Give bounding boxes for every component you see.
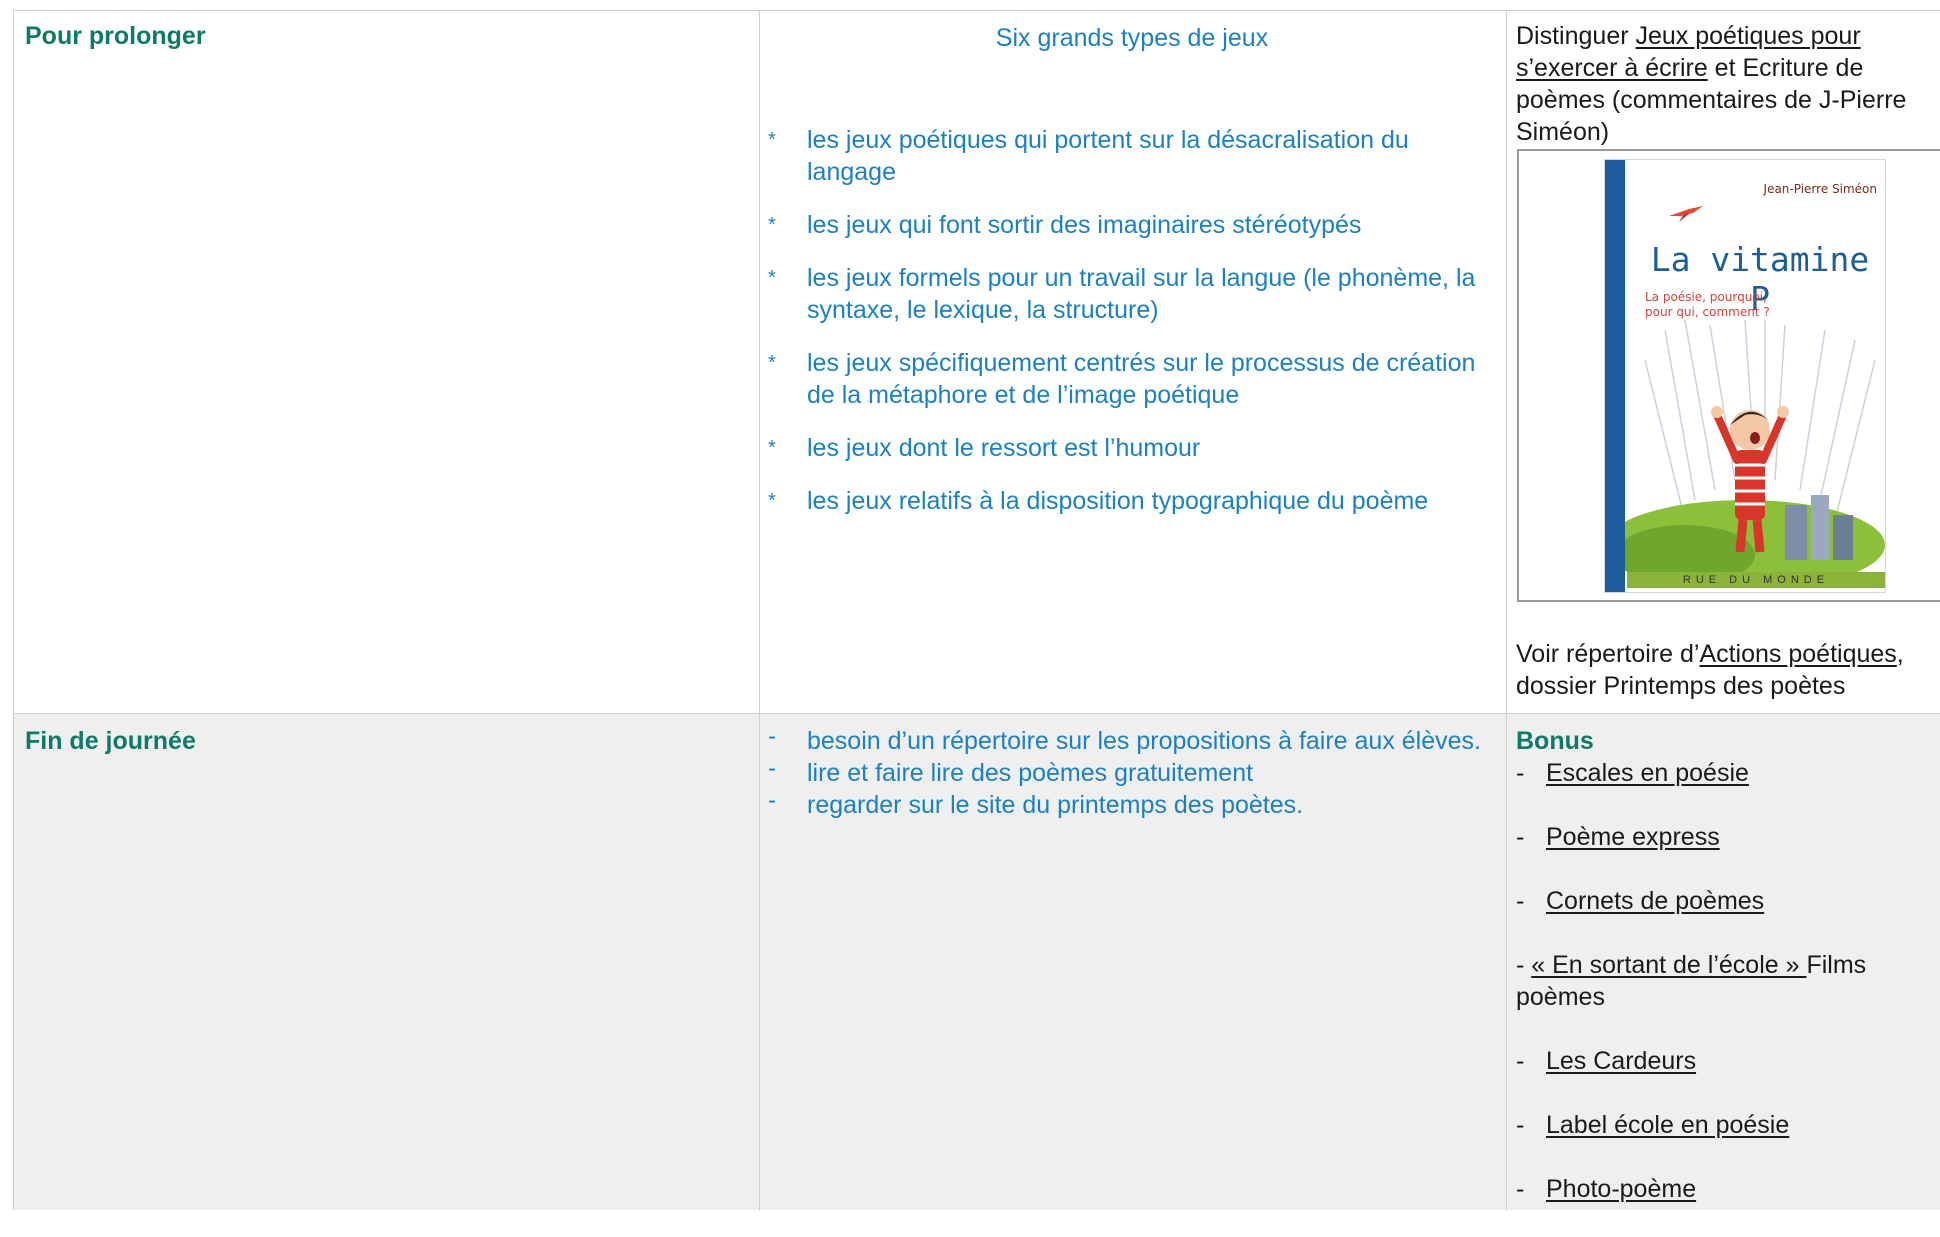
bonus-item: - Poème express <box>1516 823 1720 851</box>
en-sortant-de-l-ecole-link[interactable]: « En sortant de l’école » <box>1531 951 1806 979</box>
table-left-border <box>13 10 14 1210</box>
label-ecole-en-poesie-link[interactable]: Label école en poésie <box>1546 1111 1789 1139</box>
bonus-item: - Les Cardeurs <box>1516 1047 1697 1075</box>
bonus-item: - Cornets de poèmes <box>1516 887 1765 915</box>
bonus-item: - Label école en poésie <box>1516 1111 1790 1139</box>
bonus-column: Bonus - Escales en poésie - Poème express … <box>1516 725 1940 1237</box>
notes-list: - besoin d’un répertoire sur les proposit… <box>768 723 1496 821</box>
fin-de-journee-notes: - besoin d’un répertoire sur les proposit… <box>768 723 1496 821</box>
book-spine <box>1605 160 1625 592</box>
photo-poeme-link[interactable]: Photo-poème <box>1546 1175 1696 1203</box>
bonus-item: - Photo-poème <box>1516 1175 1697 1203</box>
book-cover: Jean-Pierre Siméon La vitamine P La poés… <box>1604 159 1886 593</box>
bonus-item: - Escales en poésie <box>1516 759 1749 787</box>
row-divider <box>13 713 1940 714</box>
row-label-fin-de-journee: Fin de journée <box>25 727 196 755</box>
list-item: * les jeux relatifs à la disposition typo… <box>768 487 1429 515</box>
table-top-border <box>13 10 1940 11</box>
book-subtitle: La poésie, pourquoi, pour qui, comment ? <box>1645 290 1770 319</box>
actions-poetiques-link[interactable]: Actions poétiques <box>1699 640 1896 668</box>
list-item: * les jeux formels pour un travail sur la… <box>768 264 1476 324</box>
list-item: * les jeux poétiques qui portent sur la d… <box>768 126 1409 186</box>
list-item: - regarder sur le site du printemps des p… <box>768 787 1304 819</box>
book-author: Jean-Pierre Siméon <box>1763 182 1877 196</box>
row-label-pour-prolonger: Pour prolonger <box>25 22 206 50</box>
bonus-heading: Bonus <box>1516 727 1594 755</box>
repertoire-paragraph: Voir répertoire d’Actions poétiques, dos… <box>1516 640 1904 700</box>
six-types-column: Six grands types de jeux * les jeux poéti… <box>768 22 1496 538</box>
list-item: * les jeux spécifiquement centrés sur le … <box>768 349 1476 409</box>
bonus-item-films: - « En sortant de l’école » Films poèmes <box>1516 951 1867 1011</box>
poeme-express-link[interactable]: Poème express <box>1546 823 1720 851</box>
escales-en-poesie-link[interactable]: Escales en poésie <box>1546 759 1749 787</box>
les-cardeurs-link[interactable]: Les Cardeurs <box>1546 1047 1696 1075</box>
book-publisher: RUE DU MONDE <box>1627 572 1885 588</box>
column-divider-1 <box>759 10 760 1210</box>
list-item: - lire et faire lire des poèmes gratuitem… <box>768 755 1254 787</box>
list-item: * les jeux dont le ressort est l’humour <box>768 434 1201 462</box>
cornets-de-poemes-link[interactable]: Cornets de poèmes <box>1546 887 1764 915</box>
bird-icon <box>1669 206 1703 222</box>
column-divider-2 <box>1506 10 1507 1210</box>
distinguer-paragraph: Distinguer Jeux poétiques pour s’exercer… <box>1516 22 1907 146</box>
list-item: * les jeux qui font sortir des imaginaire… <box>768 211 1362 239</box>
list-item: - besoin d’un répertoire sur les proposit… <box>768 723 1481 755</box>
six-types-heading: Six grands types de jeux <box>995 24 1269 52</box>
game-types-list: * les jeux poétiques qui portent sur la d… <box>768 124 1496 517</box>
book-cover-image: Jean-Pierre Siméon La vitamine P La poés… <box>1517 149 1940 602</box>
child-illustration <box>1625 320 1885 576</box>
